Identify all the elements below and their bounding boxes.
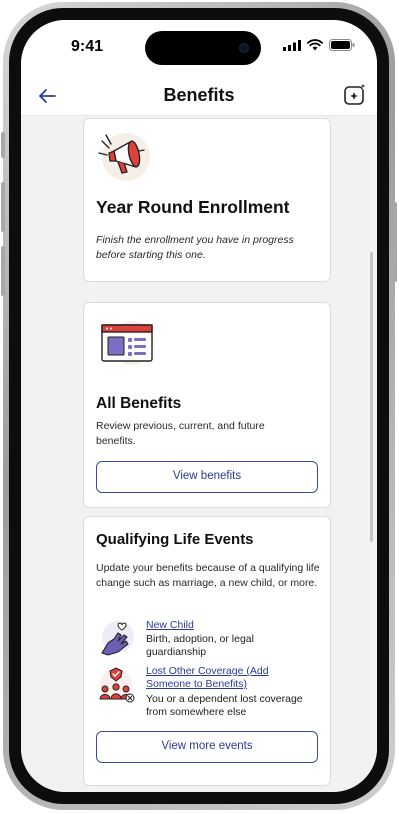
life-events-card: Qualifying Life Events Update your benef…	[83, 516, 331, 786]
status-icons	[283, 39, 355, 51]
life-event-item: New Child Birth, adoption, or legal guar…	[96, 619, 322, 667]
all-benefits-description: Review previous, current, and future ben…	[96, 420, 265, 447]
status-time: 9:41	[71, 38, 104, 55]
enrollment-description: Finish the enrollment you have in progre…	[96, 234, 294, 261]
signal-icon	[283, 39, 301, 51]
family-shield-icon	[99, 667, 135, 703]
page-title: Benefits	[163, 85, 235, 105]
view-more-events-button[interactable]: View more events	[96, 731, 318, 763]
phone-frame: 9:41 Benefits Year Round Enrollment Fini…	[1, 2, 397, 810]
lost-coverage-description: You or a dependent lost coverage from so…	[146, 693, 303, 718]
nav-bar: Benefits	[21, 76, 377, 116]
content-scroll[interactable]: Year Round Enrollment Finish the enrollm…	[21, 116, 377, 792]
action-button	[1, 132, 5, 158]
dynamic-island	[145, 31, 261, 65]
enrollment-card[interactable]: Year Round Enrollment Finish the enrollm…	[83, 118, 331, 282]
screen: 9:41 Benefits Year Round Enrollment Fini…	[21, 20, 377, 792]
volume-up-button	[1, 182, 5, 232]
life-events-description: Update your benefits because of a qualif…	[96, 562, 320, 589]
life-events-title: Qualifying Life Events	[96, 531, 254, 548]
new-child-description: Birth, adoption, or legal guardianship	[146, 633, 254, 658]
ai-assistant-icon[interactable]	[341, 81, 369, 109]
new-child-link[interactable]: New Child	[146, 619, 194, 632]
lost-coverage-link[interactable]: Lost Other Coverage (Add Someone to Bene…	[146, 665, 286, 691]
volume-down-button	[1, 246, 5, 296]
status-bar: 9:41	[21, 20, 377, 76]
megaphone-icon	[98, 133, 150, 181]
enrollment-title: Year Round Enrollment	[96, 197, 290, 217]
view-benefits-button[interactable]: View benefits	[96, 461, 318, 493]
all-benefits-card: All Benefits Review previous, current, a…	[83, 302, 331, 508]
camera-icon	[239, 43, 249, 53]
life-event-item: Lost Other Coverage (Add Someone to Bene…	[96, 665, 322, 721]
benefits-document-icon	[101, 321, 154, 365]
wifi-icon	[307, 39, 323, 51]
battery-icon	[329, 39, 355, 51]
hand-heart-icon	[101, 621, 134, 656]
scrollbar[interactable]	[370, 252, 373, 542]
all-benefits-title: All Benefits	[96, 395, 182, 412]
power-button	[393, 202, 397, 282]
